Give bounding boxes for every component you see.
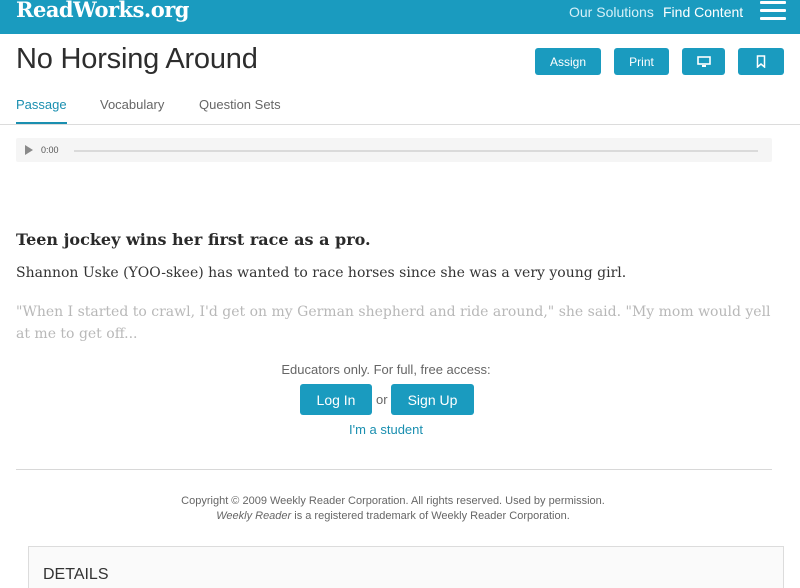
present-button[interactable] bbox=[682, 48, 725, 75]
tab-vocabulary[interactable]: Vocabulary bbox=[100, 97, 164, 112]
divider bbox=[16, 469, 772, 470]
passage-headline: Teen jockey wins her first race as a pro… bbox=[16, 230, 371, 249]
monitor-icon bbox=[696, 55, 711, 67]
copyright-notice: Copyright © 2009 Weekly Reader Corporati… bbox=[0, 494, 786, 524]
bookmark-button[interactable] bbox=[738, 48, 784, 75]
passage-paragraph: Shannon Uske (YOO-skee) has wanted to ra… bbox=[16, 265, 627, 281]
tab-question-sets[interactable]: Question Sets bbox=[199, 97, 281, 112]
trademark-name: Weekly Reader bbox=[216, 510, 292, 522]
student-link[interactable]: I'm a student bbox=[0, 422, 772, 437]
nav-find-content[interactable]: Find Content bbox=[663, 4, 743, 20]
tab-passage[interactable]: Passage bbox=[16, 97, 67, 124]
passage-tabs: Passage Vocabulary Question Sets bbox=[0, 90, 800, 125]
print-button[interactable]: Print bbox=[614, 48, 669, 75]
details-heading: DETAILS bbox=[43, 566, 109, 583]
signup-button[interactable]: Sign Up bbox=[391, 384, 474, 415]
trademark-text: is a registered trademark of Weekly Read… bbox=[291, 510, 570, 522]
bookmark-icon bbox=[756, 55, 766, 68]
readworks-logo[interactable]: ReadWorks.org bbox=[16, 0, 189, 22]
nav-our-solutions[interactable]: Our Solutions bbox=[569, 4, 654, 20]
copyright-line: Copyright © 2009 Weekly Reader Corporati… bbox=[181, 495, 605, 507]
top-navbar: ReadWorks.org Our Solutions Find Content bbox=[0, 0, 800, 34]
play-icon[interactable] bbox=[25, 145, 33, 155]
audio-time: 0:00 bbox=[41, 145, 59, 155]
audio-progress-track[interactable] bbox=[74, 150, 758, 152]
audio-player: 0:00 bbox=[16, 138, 772, 162]
educators-prompt: Educators only. For full, free access: bbox=[281, 362, 491, 377]
or-label: or bbox=[376, 392, 388, 407]
hamburger-icon[interactable] bbox=[760, 1, 786, 21]
login-button[interactable]: Log In bbox=[300, 384, 372, 415]
trademark-line: Weekly Reader is a registered trademark … bbox=[0, 509, 786, 524]
assign-button[interactable]: Assign bbox=[535, 48, 601, 75]
passage-paragraph-faded: "When I started to crawl, I'd get on my … bbox=[16, 304, 771, 341]
details-panel: DETAILS bbox=[28, 546, 784, 588]
page-title: No Horsing Around bbox=[16, 43, 258, 75]
